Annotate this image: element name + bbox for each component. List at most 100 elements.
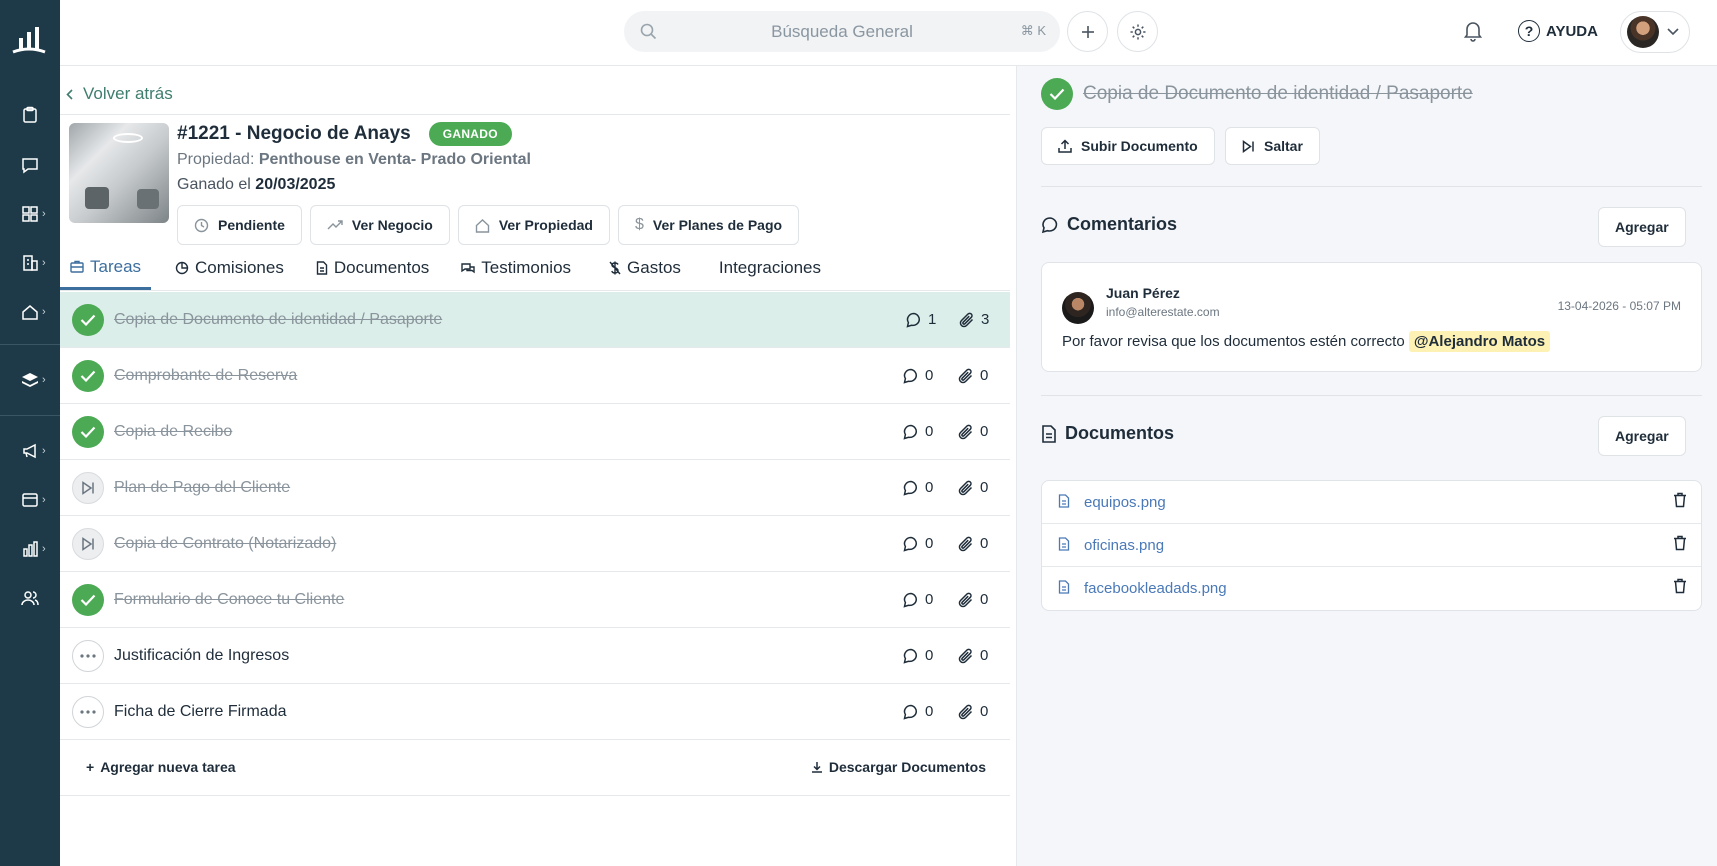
- paperclip-icon: [958, 424, 973, 439]
- tab-gastos[interactable]: Gastos: [599, 246, 691, 290]
- home-icon[interactable]: ›: [0, 292, 60, 332]
- task-row[interactable]: Plan de Pago del Cliente 0 0: [60, 460, 1010, 516]
- sidebar: › › › › › › ›: [0, 0, 60, 866]
- chevron-down-icon: [1667, 28, 1679, 36]
- task-row[interactable]: Comprobante de Reserva 0 0: [60, 348, 1010, 404]
- megaphone-icon[interactable]: ›: [0, 431, 60, 471]
- skip-icon[interactable]: [72, 472, 104, 504]
- add-task-button[interactable]: + Agregar nueva tarea: [86, 759, 236, 775]
- add-comment-button[interactable]: Agregar: [1598, 207, 1686, 247]
- window-icon[interactable]: ›: [0, 480, 60, 520]
- add-button[interactable]: [1067, 11, 1108, 52]
- back-link[interactable]: Volver atrás: [66, 84, 173, 104]
- chevron-right-icon: ›: [42, 306, 46, 318]
- search-placeholder: Búsqueda General: [771, 21, 913, 41]
- more-horizontal-icon[interactable]: [72, 696, 104, 728]
- comment-count: 0: [903, 423, 933, 440]
- logo-icon[interactable]: [10, 24, 48, 58]
- clipboard-icon[interactable]: [0, 95, 60, 135]
- check-icon[interactable]: [1041, 78, 1073, 110]
- chevron-right-icon: ›: [42, 445, 46, 457]
- paperclip-icon: [958, 648, 973, 663]
- task-name: Copia de Documento de identidad / Pasapo…: [114, 310, 443, 328]
- grid-icon[interactable]: ›: [0, 194, 60, 234]
- check-icon[interactable]: [72, 416, 104, 448]
- more-horizontal-icon[interactable]: [72, 640, 104, 672]
- tab-integraciones[interactable]: Integraciones: [709, 246, 831, 290]
- document-name[interactable]: equipos.png: [1084, 494, 1166, 511]
- task-row[interactable]: Ficha de Cierre Firmada 0 0: [60, 684, 1010, 740]
- list-item[interactable]: equipos.png: [1042, 481, 1701, 524]
- attachment-count-value: 0: [980, 535, 989, 552]
- upload-document-button[interactable]: Subir Documento: [1041, 127, 1215, 165]
- chat-icon[interactable]: [0, 145, 60, 185]
- check-icon[interactable]: [72, 584, 104, 616]
- add-document-button[interactable]: Agregar: [1598, 416, 1686, 456]
- divider: [60, 290, 1010, 291]
- chevron-right-icon: ›: [42, 374, 46, 386]
- settings-button[interactable]: [1117, 11, 1158, 52]
- file-icon: [1058, 494, 1070, 508]
- document-name[interactable]: oficinas.png: [1084, 537, 1164, 554]
- comment-count-value: 0: [925, 367, 934, 384]
- chevron-right-icon: ›: [42, 494, 46, 506]
- view-property-label: Ver Propiedad: [498, 217, 593, 233]
- task-row[interactable]: Copia de Recibo 0 0: [60, 404, 1010, 460]
- attachment-count-value: 0: [980, 367, 989, 384]
- view-payment-plans-label: Ver Planes de Pago: [652, 217, 783, 233]
- trash-icon[interactable]: [1673, 535, 1687, 551]
- task-row[interactable]: Formulario de Conoce tu Cliente 0 0: [60, 572, 1010, 628]
- trash-icon[interactable]: [1673, 492, 1687, 508]
- user-menu-button[interactable]: [1620, 11, 1690, 53]
- skip-icon[interactable]: [72, 528, 104, 560]
- tab-comisiones[interactable]: Comisiones: [165, 246, 294, 290]
- attachment-count: 0: [958, 479, 988, 496]
- users-icon[interactable]: [0, 578, 60, 618]
- comment-email: info@alterestate.com: [1106, 305, 1220, 319]
- comment-icon: [903, 704, 917, 720]
- check-icon[interactable]: [72, 360, 104, 392]
- comment-text: Por favor revisa que los documentos esté…: [1062, 333, 1405, 350]
- comment-count: 0: [903, 367, 933, 384]
- briefcase-icon: [70, 260, 84, 273]
- help-button[interactable]: ? AYUDA: [1518, 20, 1598, 42]
- task-row[interactable]: Justificación de Ingresos 0 0: [60, 628, 1010, 684]
- avatar: [1627, 16, 1659, 48]
- check-icon[interactable]: [72, 304, 104, 336]
- search-input[interactable]: Búsqueda General ⌘ K: [624, 11, 1060, 52]
- bell-icon[interactable]: [1463, 20, 1483, 42]
- comment-author: Juan Pérez: [1106, 285, 1180, 301]
- attachment-count-value: 0: [980, 591, 989, 608]
- detail-title-row: Copia de Documento de identidad / Pasapo…: [1041, 78, 1473, 110]
- property-thumbnail[interactable]: [69, 123, 169, 223]
- task-name: Copia de Contrato (Notarizado): [114, 534, 337, 552]
- skip-button[interactable]: Saltar: [1225, 127, 1320, 165]
- tab-documentos[interactable]: Documentos: [306, 246, 439, 290]
- tab-testimonios[interactable]: Testimonios: [451, 246, 581, 290]
- task-row[interactable]: Copia de Contrato (Notarizado) 0 0: [60, 516, 1010, 572]
- document-name[interactable]: facebookleadads.png: [1084, 580, 1227, 597]
- pending-button[interactable]: Pendiente: [177, 205, 302, 245]
- list-item[interactable]: oficinas.png: [1042, 524, 1701, 567]
- chevron-right-icon: ›: [42, 208, 46, 220]
- pie-chart-icon: [175, 261, 189, 275]
- comment-icon: [903, 368, 917, 384]
- layers-icon[interactable]: ›: [0, 360, 60, 400]
- chevron-right-icon: ›: [42, 543, 46, 555]
- trash-icon[interactable]: [1673, 578, 1687, 594]
- paperclip-icon: [958, 536, 973, 551]
- download-documents-button[interactable]: Descargar Documentos: [811, 759, 986, 775]
- deal-panel: Volver atrás #1221 - Negocio de Anays GA…: [60, 66, 1010, 866]
- building-icon[interactable]: ›: [0, 243, 60, 283]
- view-property-button[interactable]: Ver Propiedad: [457, 205, 610, 245]
- view-deal-button[interactable]: Ver Negocio: [309, 205, 450, 245]
- view-payment-plans-button[interactable]: $ Ver Planes de Pago: [617, 205, 800, 245]
- clock-icon: [194, 218, 209, 232]
- task-row[interactable]: Copia de Documento de identidad / Pasapo…: [60, 292, 1010, 348]
- tab-tareas[interactable]: Tareas: [60, 246, 152, 290]
- bar-chart-icon[interactable]: ›: [0, 529, 60, 569]
- detail-title: Copia de Documento de identidad / Pasapo…: [1083, 83, 1473, 104]
- mention-tag[interactable]: @Alejandro Matos: [1408, 331, 1551, 352]
- search-shortcut: ⌘ K: [1020, 23, 1046, 38]
- list-item[interactable]: facebookleadads.png: [1042, 567, 1701, 610]
